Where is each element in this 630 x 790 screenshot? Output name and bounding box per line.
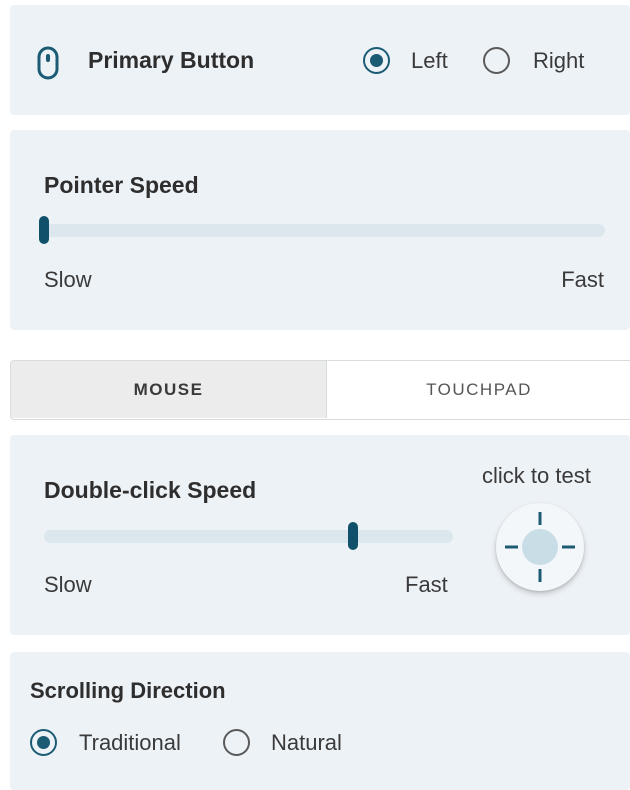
- primary-right-radio[interactable]: [483, 47, 510, 74]
- crosshair-icon: [505, 512, 575, 582]
- click-to-test-label: click to test: [482, 463, 591, 488]
- device-tabs: MOUSE TOUCHPAD: [10, 360, 630, 420]
- primary-right-label[interactable]: Right: [533, 48, 584, 74]
- double-click-test-target[interactable]: [496, 503, 584, 591]
- primary-left-label[interactable]: Left: [411, 48, 448, 74]
- scrolling-direction-card: Scrolling Direction Traditional Natural: [10, 652, 630, 790]
- tab-touchpad[interactable]: TOUCHPAD: [327, 361, 630, 418]
- mouse-icon: [37, 46, 59, 80]
- double-click-speed-max-label: Fast: [405, 572, 448, 597]
- primary-left-radio[interactable]: [363, 47, 390, 74]
- double-click-speed-min-label: Slow: [44, 572, 92, 597]
- scroll-traditional-label[interactable]: Traditional: [79, 730, 181, 756]
- scrolling-direction-title: Scrolling Direction: [30, 678, 226, 703]
- pointer-speed-min-label: Slow: [44, 267, 92, 292]
- pointer-speed-slider-track[interactable]: [44, 224, 605, 237]
- tab-mouse[interactable]: MOUSE: [11, 361, 327, 418]
- pointer-speed-title: Pointer Speed: [44, 172, 199, 198]
- scroll-traditional-radio[interactable]: [30, 729, 57, 756]
- pointer-speed-max-label: Fast: [561, 267, 604, 292]
- pointer-speed-slider-thumb[interactable]: [39, 216, 49, 244]
- double-click-speed-slider-track[interactable]: [44, 530, 453, 543]
- scroll-natural-radio[interactable]: [223, 729, 250, 756]
- scroll-natural-label[interactable]: Natural: [271, 730, 342, 756]
- primary-button-card: Primary Button Left Right: [10, 5, 630, 115]
- pointer-speed-card: Pointer Speed Slow Fast: [10, 130, 630, 330]
- double-click-speed-slider-thumb[interactable]: [348, 522, 359, 550]
- primary-button-title: Primary Button: [88, 47, 255, 73]
- double-click-speed-title: Double-click Speed: [44, 477, 257, 503]
